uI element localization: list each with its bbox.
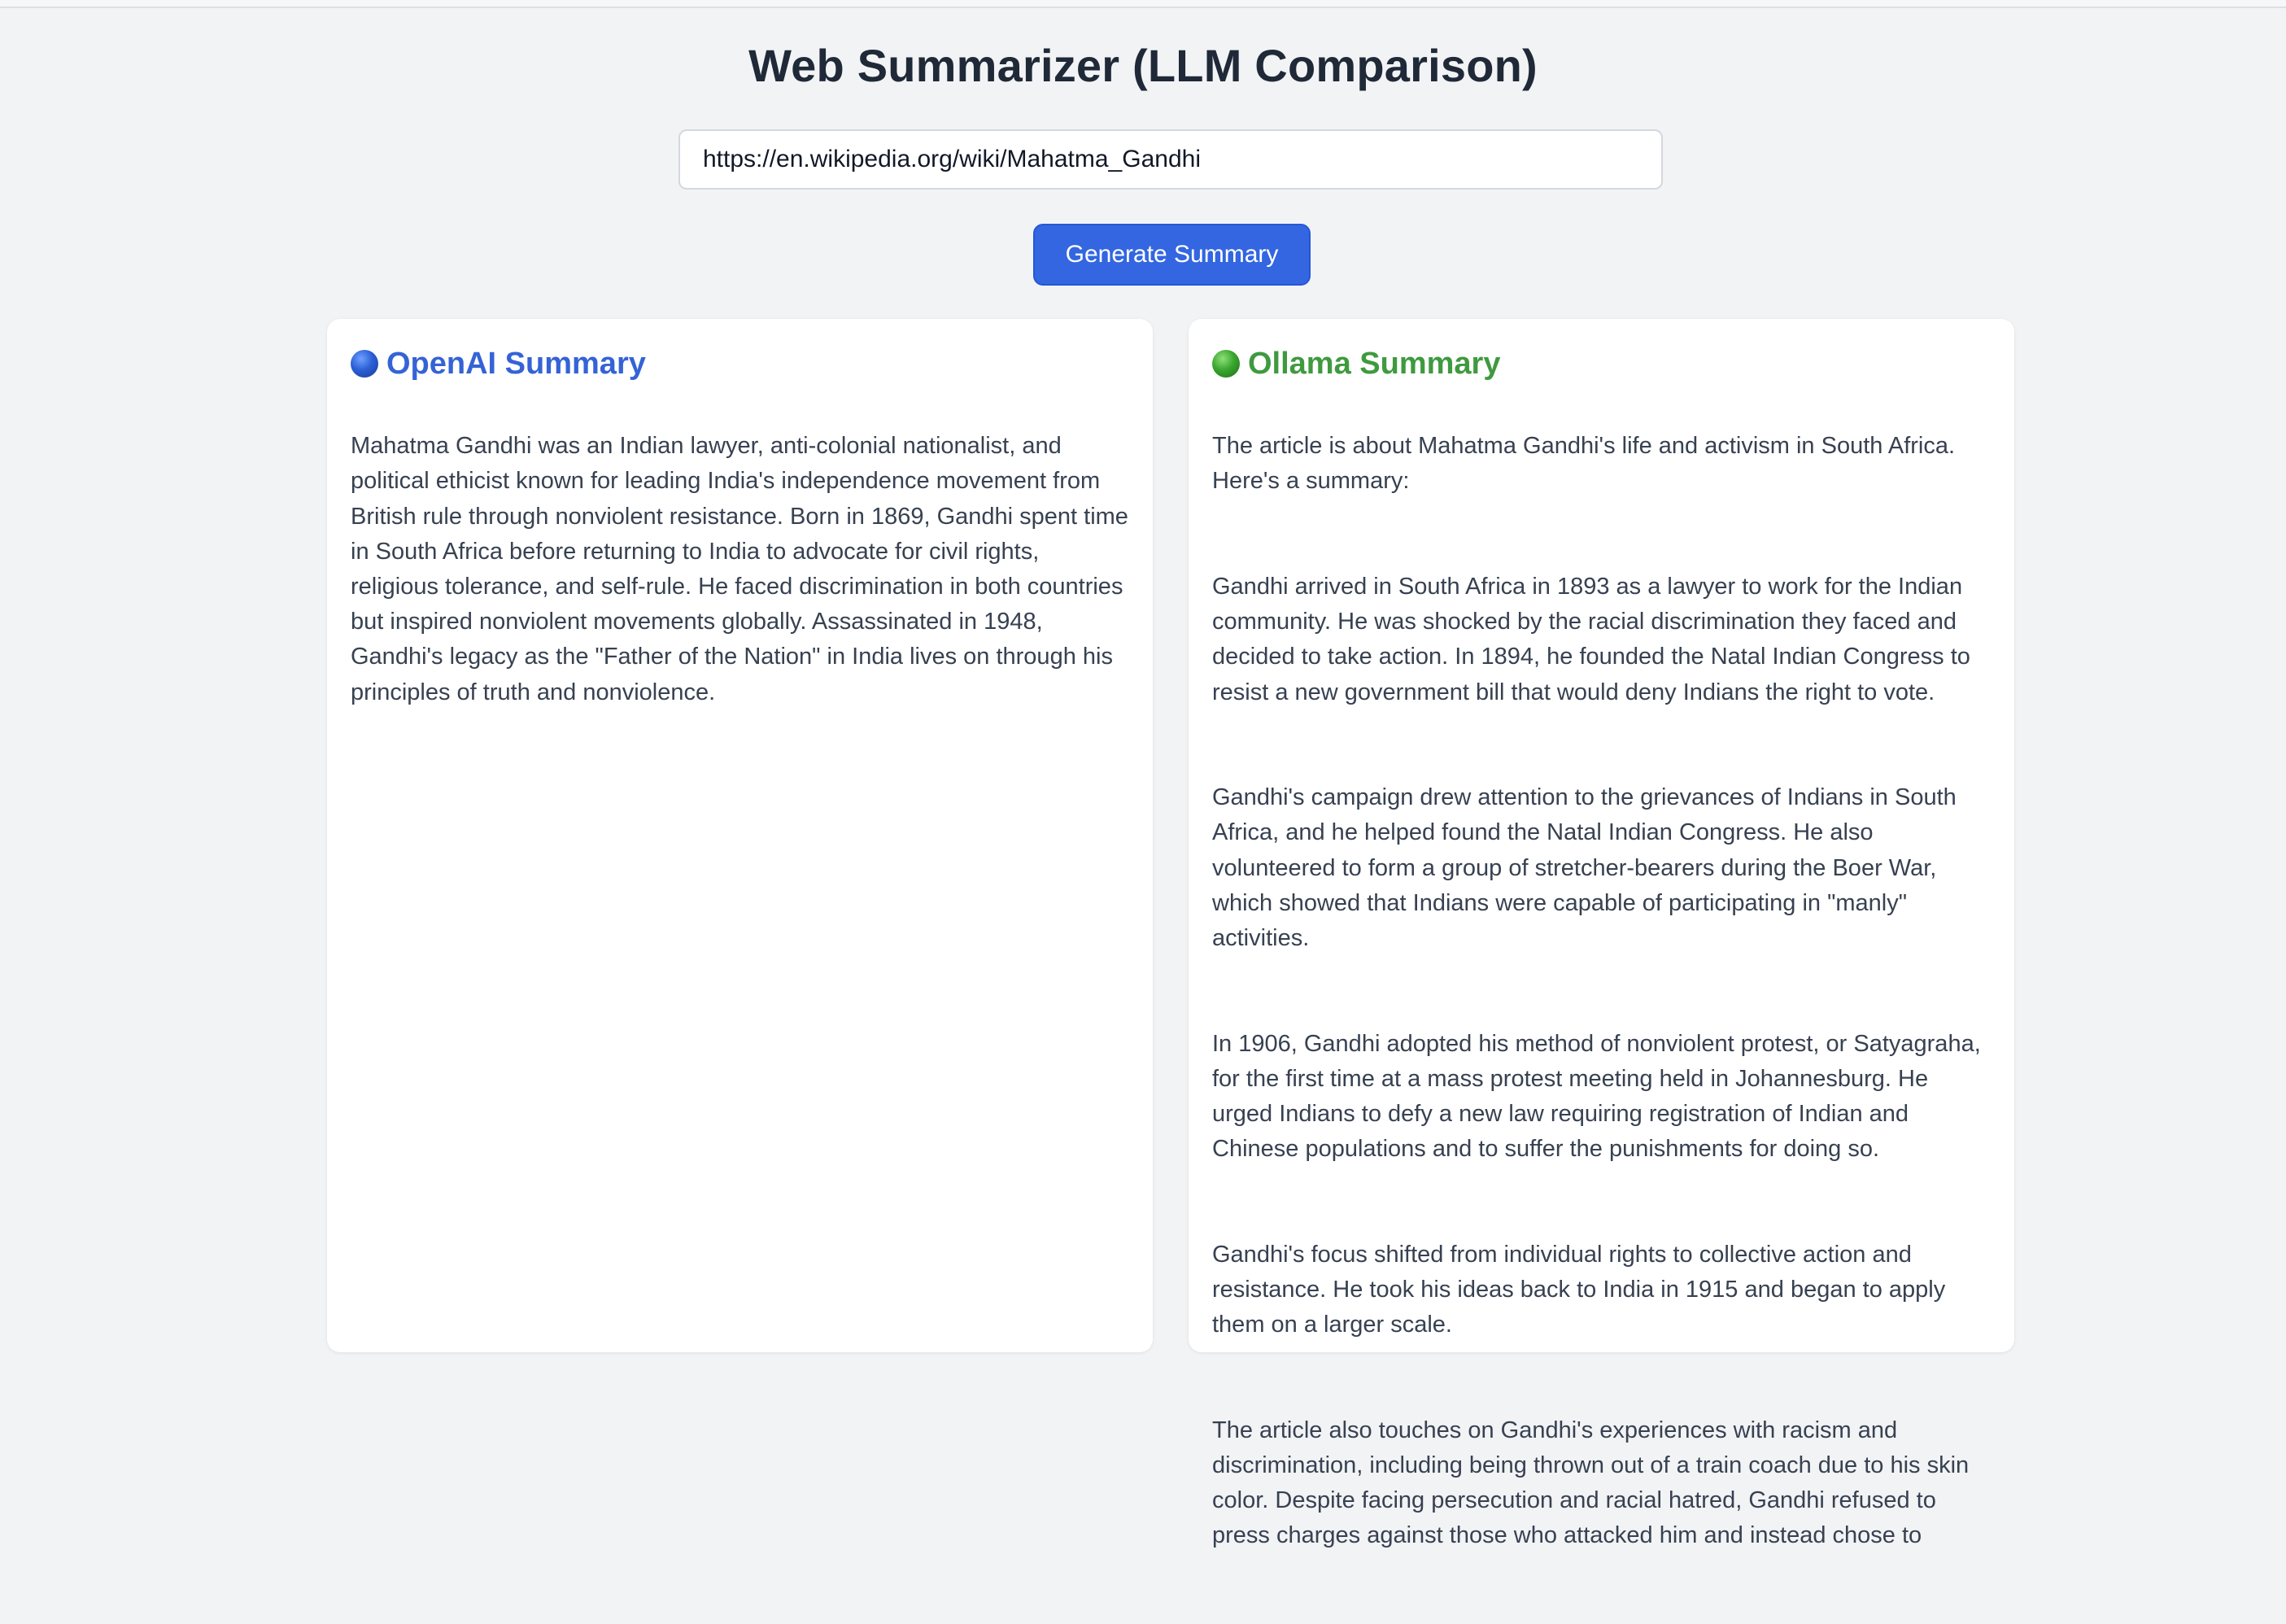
openai-summary-title: OpenAI Summary (386, 346, 646, 381)
green-circle-icon (1212, 350, 1240, 378)
openai-summary-card: OpenAI Summary Mahatma Gandhi was an Ind… (327, 319, 1153, 1352)
ollama-summary-body: The article is about Mahatma Gandhi's li… (1212, 394, 1992, 1624)
top-divider (0, 0, 2286, 8)
openai-summary-body: Mahatma Gandhi was an Indian lawyer, ant… (351, 394, 1130, 780)
ollama-summary-paragraph: Gandhi's campaign drew attention to the … (1212, 784, 1957, 952)
page-title: Web Summarizer (LLM Comparison) (748, 40, 1538, 91)
ollama-summary-card: Ollama Summary The article is about Maha… (1189, 319, 2014, 1548)
ollama-summary-header: Ollama Summary (1212, 343, 1992, 384)
generate-summary-button[interactable]: Generate Summary (1033, 224, 1311, 286)
openai-summary-header: OpenAI Summary (351, 343, 1130, 384)
url-input[interactable] (678, 129, 1663, 190)
openai-summary-paragraph: Mahatma Gandhi was an Indian lawyer, ant… (351, 433, 1128, 705)
ollama-summary-paragraph: The article also touches on Gandhi's exp… (1212, 1417, 1970, 1549)
ollama-summary-paragraph: Gandhi's focus shifted from individual r… (1212, 1241, 1946, 1338)
blue-circle-icon (351, 350, 378, 378)
ollama-summary-paragraph: Gandhi arrived in South Africa in 1893 a… (1212, 574, 1970, 705)
ollama-summary-paragraph: The article is about Mahatma Gandhi's li… (1212, 433, 1956, 495)
ollama-summary-paragraph: In 1906, Gandhi adopted his method of no… (1212, 1030, 1981, 1163)
ollama-summary-title: Ollama Summary (1248, 346, 1501, 381)
